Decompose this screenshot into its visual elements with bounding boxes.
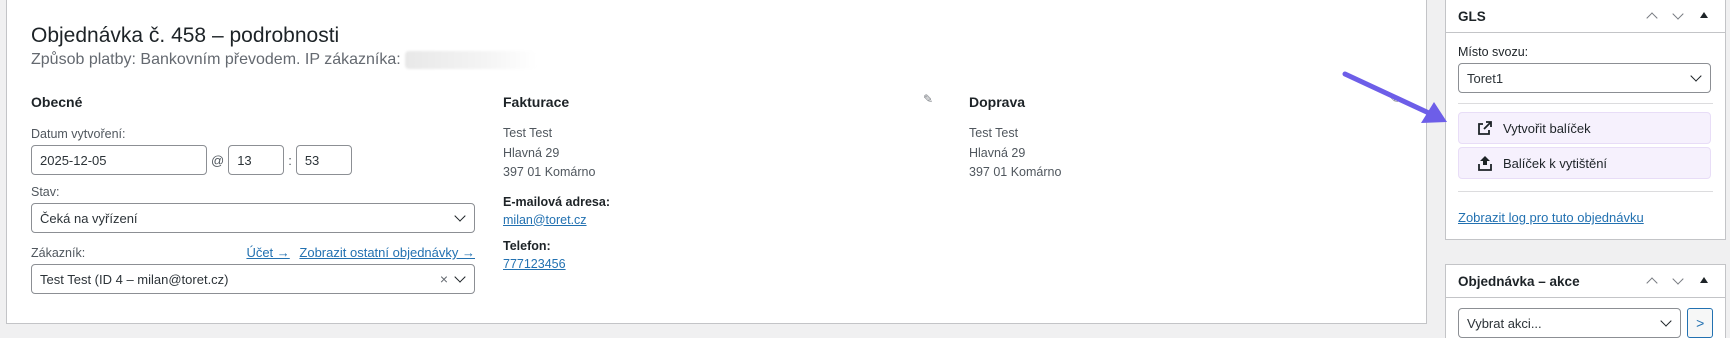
order-actions-header-controls bbox=[1643, 272, 1713, 290]
customer-select-controls: × bbox=[440, 271, 466, 287]
order-actions-title: Objednávka – akce bbox=[1458, 273, 1580, 289]
customer-label: Zákazník: bbox=[31, 246, 86, 260]
order-action-value: Vybrat akci... bbox=[1467, 315, 1542, 331]
move-down-icon[interactable] bbox=[1669, 272, 1687, 290]
chevron-down-icon bbox=[454, 273, 466, 285]
billing-section: Fakturace Test Test Hlavná 29 397 01 Kom… bbox=[503, 94, 943, 271]
move-up-icon[interactable] bbox=[1643, 272, 1661, 290]
gls-header-controls bbox=[1643, 7, 1713, 25]
billing-address-line: Hlavná 29 bbox=[503, 145, 560, 160]
customer-select[interactable]: Test Test (ID 4 – milan@toret.cz) × bbox=[31, 264, 475, 294]
order-log-link[interactable]: Zobrazit log pro tuto objednávku bbox=[1458, 210, 1713, 225]
customer-links: Účet → Zobrazit ostatní objednávky → bbox=[246, 245, 475, 260]
billing-address: Test Test Hlavná 29 397 01 Komárno bbox=[503, 124, 943, 183]
billing-email-link[interactable]: milan@toret.cz bbox=[503, 213, 943, 227]
status-label: Stav: bbox=[31, 185, 60, 199]
customer-label-row: Zákazník: Účet → Zobrazit ostatní objedn… bbox=[31, 245, 475, 260]
minute-input[interactable]: 53 bbox=[295, 145, 352, 175]
gls-metabox: GLS Místo svozu: Toret1 Vytvořit balíček… bbox=[1445, 0, 1726, 240]
pickup-location-value: Toret1 bbox=[1467, 70, 1504, 86]
customer-account-link[interactable]: Účet → bbox=[246, 245, 289, 260]
general-heading: Obecné bbox=[31, 94, 83, 110]
billing-address-line: Test Test bbox=[503, 126, 553, 140]
date-created-row: 2025-12-05 @ 13 : 53 bbox=[31, 145, 475, 175]
payment-method-text: Způsob platby: Bankovním převodem. IP zá… bbox=[31, 51, 401, 68]
order-actions-metabox: Objednávka – akce Vybrat akci... > bbox=[1445, 264, 1726, 338]
order-actions-body: Vybrat akci... > bbox=[1446, 298, 1725, 338]
create-package-button[interactable]: Vytvořit balíček bbox=[1458, 112, 1711, 144]
order-title: Objednávka č. 458 – podrobnosti bbox=[31, 24, 340, 47]
colon-separator: : bbox=[288, 152, 292, 168]
gls-body: Místo svozu: Toret1 Vytvořit balíček Bal… bbox=[1446, 33, 1725, 235]
status-value: Čeká na vyřízení bbox=[40, 210, 138, 226]
billing-phone-link[interactable]: 777123456 bbox=[503, 257, 943, 271]
print-package-label: Balíček k vytištění bbox=[1503, 155, 1608, 171]
email-label: E-mailová adresa: bbox=[503, 194, 610, 209]
print-package-button[interactable]: Balíček k vytištění bbox=[1458, 147, 1711, 179]
divider bbox=[1458, 103, 1713, 104]
shipping-address: Test Test Hlavná 29 397 01 Komárno bbox=[969, 124, 1409, 183]
customer-value: Test Test (ID 4 – milan@toret.cz) bbox=[40, 271, 229, 287]
billing-heading: Fakturace bbox=[503, 94, 570, 110]
shipping-address-line: Hlavná 29 bbox=[969, 145, 1026, 160]
status-select[interactable]: Čeká na vyřízení bbox=[31, 203, 475, 233]
chevron-down-icon bbox=[1690, 72, 1702, 84]
create-package-label: Vytvořit balíček bbox=[1503, 120, 1591, 136]
pickup-location-label: Místo svozu: bbox=[1458, 45, 1529, 59]
move-down-icon[interactable] bbox=[1669, 7, 1687, 25]
clear-icon[interactable]: × bbox=[440, 271, 448, 287]
phone-label: Telefon: bbox=[503, 238, 551, 253]
apply-action-button[interactable]: > bbox=[1687, 308, 1713, 338]
gls-header: GLS bbox=[1446, 0, 1725, 33]
date-created-label: Datum vytvoření: bbox=[31, 127, 126, 141]
hour-input[interactable]: 13 bbox=[228, 145, 285, 175]
customer-ip-redacted bbox=[404, 51, 537, 69]
general-section: Obecné Datum vytvoření: 2025-12-05 @ 13 … bbox=[31, 94, 475, 294]
shipping-address-line: 397 01 Komárno bbox=[969, 165, 1062, 179]
order-action-select[interactable]: Vybrat akci... bbox=[1458, 308, 1682, 338]
collapse-icon[interactable] bbox=[1695, 7, 1713, 25]
move-up-icon[interactable] bbox=[1643, 7, 1661, 25]
external-link-icon bbox=[1477, 120, 1493, 136]
pencil-icon[interactable]: ✎ bbox=[923, 92, 933, 106]
upload-icon bbox=[1477, 155, 1493, 171]
order-actions-header: Objednávka – akce bbox=[1446, 265, 1725, 298]
chevron-down-icon bbox=[454, 212, 466, 224]
date-created-input[interactable]: 2025-12-05 bbox=[31, 145, 207, 175]
annotation-arrow-icon bbox=[1342, 71, 1447, 123]
order-details-panel: Objednávka č. 458 – podrobnosti Způsob p… bbox=[6, 0, 1427, 324]
divider bbox=[1458, 191, 1713, 192]
chevron-down-icon bbox=[1660, 317, 1672, 329]
collapse-icon[interactable] bbox=[1695, 272, 1713, 290]
at-separator: @ bbox=[211, 152, 225, 168]
gls-title: GLS bbox=[1458, 8, 1486, 24]
other-orders-link[interactable]: Zobrazit ostatní objednávky → bbox=[299, 245, 475, 260]
pickup-location-select[interactable]: Toret1 bbox=[1458, 63, 1711, 93]
billing-address-line: 397 01 Komárno bbox=[503, 165, 596, 179]
order-subtitle: Způsob platby: Bankovním převodem. IP zá… bbox=[31, 51, 537, 69]
